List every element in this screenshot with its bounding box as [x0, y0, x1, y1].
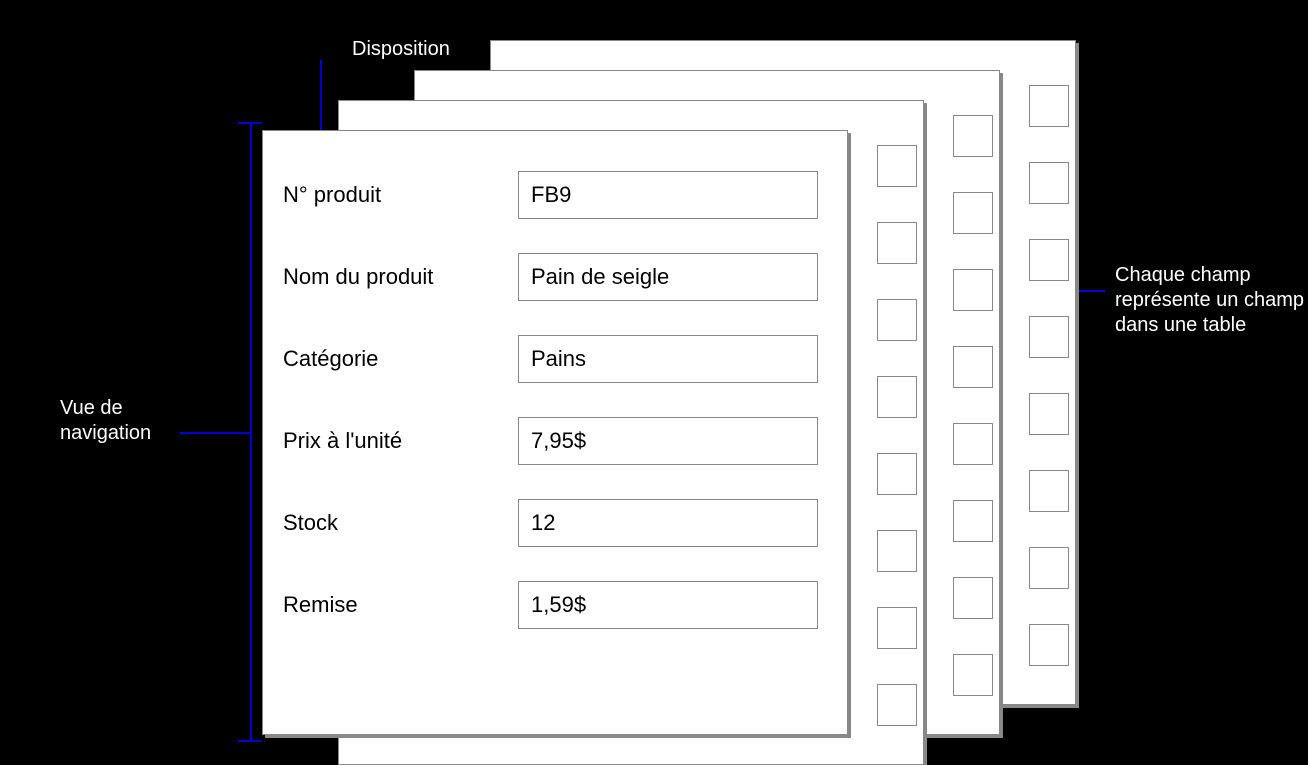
- annotation-left-tick-top: [238, 122, 262, 124]
- placeholder-field: [953, 269, 993, 311]
- annotation-left-connector: [180, 432, 250, 434]
- placeholder-field: [1029, 85, 1069, 127]
- field-discount[interactable]: 1,59$: [518, 581, 818, 629]
- placeholder-field: [1029, 470, 1069, 512]
- form-row-product-name: Nom du produit Pain de seigle: [263, 253, 847, 301]
- placeholder-field: [953, 346, 993, 388]
- form-row-stock: Stock 12: [263, 499, 847, 547]
- form-row-discount: Remise 1,59$: [263, 581, 847, 629]
- form-row-category: Catégorie Pains: [263, 335, 847, 383]
- annotation-top-label: Disposition: [352, 36, 450, 62]
- annotation-left-vertical: [250, 122, 252, 742]
- placeholder-field: [953, 654, 993, 696]
- placeholder-field: [877, 376, 917, 418]
- field-product-name[interactable]: Pain de seigle: [518, 253, 818, 301]
- placeholder-field: [877, 530, 917, 572]
- label-stock: Stock: [283, 510, 518, 536]
- placeholder-field: [953, 115, 993, 157]
- label-product-id: N° produit: [283, 182, 518, 208]
- placeholder-field: [877, 684, 917, 726]
- label-unit-price: Prix à l'unité: [283, 428, 518, 454]
- label-discount: Remise: [283, 592, 518, 618]
- placeholder-field: [877, 299, 917, 341]
- placeholder-field: [1029, 393, 1069, 435]
- annotation-right-label-line3: dans une table: [1115, 312, 1246, 338]
- placeholder-field: [1029, 624, 1069, 666]
- placeholder-field: [953, 192, 993, 234]
- placeholder-field: [953, 423, 993, 465]
- placeholder-field: [1029, 239, 1069, 281]
- field-category[interactable]: Pains: [518, 335, 818, 383]
- placeholder-field: [877, 453, 917, 495]
- form-row-product-id: N° produit FB9: [263, 171, 847, 219]
- placeholder-field: [877, 607, 917, 649]
- placeholder-field: [877, 222, 917, 264]
- annotation-left-label-line2: navigation: [60, 420, 151, 446]
- placeholder-field: [953, 500, 993, 542]
- label-category: Catégorie: [283, 346, 518, 372]
- placeholder-field: [1029, 547, 1069, 589]
- label-product-name: Nom du produit: [283, 264, 518, 290]
- placeholder-field: [1029, 316, 1069, 358]
- placeholder-field: [953, 577, 993, 619]
- placeholder-field: [1029, 162, 1069, 204]
- form-row-unit-price: Prix à l'unité 7,95$: [263, 417, 847, 465]
- annotation-right-label-line2: représente un champ: [1115, 287, 1304, 313]
- placeholder-field: [877, 145, 917, 187]
- annotation-right-label-line1: Chaque champ: [1115, 262, 1251, 288]
- field-product-id[interactable]: FB9: [518, 171, 818, 219]
- record-card-front: N° produit FB9 Nom du produit Pain de se…: [262, 130, 848, 735]
- annotation-left-tick-bottom: [238, 740, 262, 742]
- annotation-left-label-line1: Vue de: [60, 395, 123, 421]
- field-stock[interactable]: 12: [518, 499, 818, 547]
- field-unit-price[interactable]: 7,95$: [518, 417, 818, 465]
